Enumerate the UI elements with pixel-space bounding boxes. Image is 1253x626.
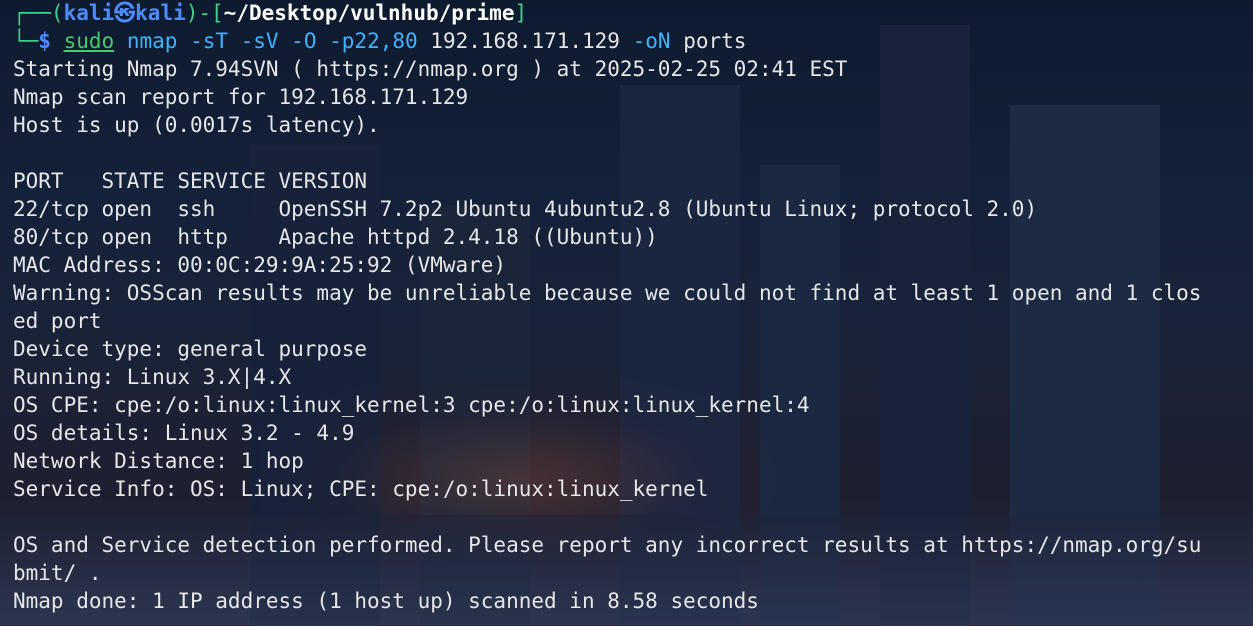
prompt-line: ┌──(kali㉿kali)-[~/Desktop/vulnhub/prime] (13, 0, 1253, 27)
output-line: OS and Service detection performed. Plea… (13, 533, 1202, 557)
prompt-corner-top: ┌──( (13, 1, 64, 25)
command-flags: -sT -sV -O -p22,80 (190, 29, 418, 53)
prompt-at-symbol: ㉿ (114, 1, 136, 25)
command-target: 192.168.171.129 (430, 29, 620, 53)
prompt-close: ] (514, 1, 528, 25)
command-output-flag: -oN (632, 29, 671, 53)
output-line: OS details: Linux 3.2 - 4.9 (13, 421, 355, 445)
output-line: Nmap scan report for 192.168.171.129 (13, 85, 469, 109)
output-line: MAC Address: 00:0C:29:9A:25:92 (VMware) (13, 253, 507, 277)
output-line: OS CPE: cpe:/o:linux:linux_kernel:3 cpe:… (13, 393, 810, 417)
prompt-host: kali (135, 1, 186, 25)
output-line: Running: Linux 3.X|4.X (13, 365, 292, 389)
terminal-window[interactable]: ┌──(kali㉿kali)-[~/Desktop/vulnhub/prime]… (0, 0, 1253, 615)
prompt-separator: )-[ (185, 1, 224, 25)
output-line: 80/tcp open http Apache httpd 2.4.18 ((U… (13, 225, 658, 249)
prompt-path: ~/Desktop/vulnhub/prime (223, 1, 515, 25)
prompt-dollar: $ (38, 29, 64, 53)
output-line: bmit/ . (13, 561, 102, 585)
prompt-user: kali (63, 1, 115, 25)
output-line: 22/tcp open ssh OpenSSH 7.2p2 Ubuntu 4ub… (13, 197, 1038, 221)
output-line: Network Distance: 1 hop (13, 449, 304, 473)
output-line: Nmap done: 1 IP address (1 host up) scan… (13, 589, 759, 613)
command-output-file: ports (683, 29, 747, 53)
command-line[interactable]: └─$ sudo nmap -sT -sV -O -p22,80 192.168… (13, 27, 1253, 55)
output-line: Service Info: OS: Linux; CPE: cpe:/o:lin… (13, 477, 709, 501)
output-line: ed port (13, 309, 102, 333)
command-sudo: sudo (63, 29, 115, 53)
output-line: Starting Nmap 7.94SVN ( https://nmap.org… (13, 57, 848, 81)
output-line: Host is up (0.0017s latency). (13, 113, 380, 137)
output-line: Warning: OSScan results may be unreliabl… (13, 281, 1202, 305)
output-line: Device type: general purpose (13, 337, 368, 361)
command-program: nmap (126, 29, 178, 53)
output-line: PORT STATE SERVICE VERSION (13, 169, 368, 193)
prompt-corner-bottom: └─ (13, 29, 39, 53)
